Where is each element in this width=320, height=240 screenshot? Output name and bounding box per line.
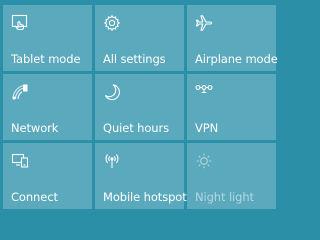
connect-tile[interactable]: Connect — [3, 143, 92, 209]
mobile-hotspot-tile[interactable]: Mobile hotspot — [95, 143, 187, 209]
night-light-icon — [195, 152, 213, 170]
all-settings-tile[interactable]: All settings — [95, 5, 184, 71]
gear-icon — [103, 14, 121, 32]
tile-label: Airplane mode — [195, 52, 278, 66]
tile-label: Night light — [195, 190, 254, 204]
night-light-tile[interactable]: Night light — [187, 143, 276, 209]
tile-label: VPN — [195, 121, 219, 135]
vpn-icon — [195, 83, 213, 101]
vpn-tile[interactable]: VPN — [187, 74, 276, 140]
airplane-icon — [195, 14, 213, 32]
moon-icon — [103, 83, 121, 101]
tile-label: Tablet mode — [11, 52, 81, 66]
tablet-mode-icon — [11, 14, 29, 32]
tile-label: Network — [11, 121, 59, 135]
tile-label: Connect — [11, 190, 58, 204]
tile-label: Mobile hotspot — [103, 190, 187, 204]
tablet-mode-tile[interactable]: Tablet mode — [3, 5, 92, 71]
hotspot-icon — [103, 152, 121, 170]
quiet-hours-tile[interactable]: Quiet hours — [95, 74, 184, 140]
connect-icon — [11, 152, 29, 170]
tile-label: Quiet hours — [103, 121, 170, 135]
tile-label: All settings — [103, 52, 166, 66]
network-icon — [11, 83, 29, 101]
quick-actions-grid: Tablet mode All settings Airplane mode N… — [0, 0, 282, 211]
network-tile[interactable]: Network — [3, 74, 92, 140]
airplane-mode-tile[interactable]: Airplane mode — [187, 5, 278, 71]
